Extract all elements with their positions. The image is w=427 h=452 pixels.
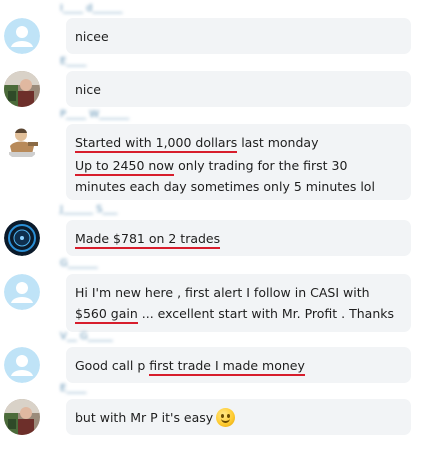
avatar[interactable] bbox=[4, 220, 40, 256]
message-text: Made $781 on 2 trades bbox=[75, 228, 402, 249]
avatar[interactable] bbox=[4, 347, 40, 383]
highlight-underline: Made $781 on 2 trades bbox=[75, 231, 221, 249]
message-text: nice bbox=[75, 82, 101, 97]
message-text: Good call p first trade I made money bbox=[75, 355, 402, 376]
sender-name[interactable]: V__ G_____ bbox=[60, 330, 113, 344]
default-user-icon bbox=[4, 347, 40, 383]
sender-name[interactable]: J______ S___ bbox=[60, 203, 117, 217]
avatar[interactable] bbox=[4, 18, 40, 54]
message-text: Started with 1,000 dollars last monday bbox=[75, 132, 402, 153]
highlight-underline: $560 gain bbox=[75, 306, 138, 324]
default-user-icon bbox=[4, 18, 40, 54]
sender-name[interactable]: P____ W______ bbox=[60, 108, 129, 122]
message-bubble[interactable]: nice bbox=[66, 71, 411, 107]
sender-name[interactable]: E____ bbox=[60, 55, 86, 69]
sender-name[interactable]: G______ bbox=[60, 257, 98, 271]
avatar[interactable] bbox=[4, 124, 40, 160]
avatar[interactable] bbox=[4, 274, 40, 310]
message-text: but with Mr P it's easy bbox=[75, 407, 402, 428]
avatar[interactable] bbox=[4, 399, 40, 435]
photo-avatar bbox=[4, 399, 40, 435]
message-bubble[interactable]: Started with 1,000 dollars last monday U… bbox=[66, 124, 411, 200]
cartoon-avatar bbox=[4, 124, 40, 160]
sender-name[interactable]: I____ d______ bbox=[60, 2, 122, 16]
message-bubble[interactable]: nicee bbox=[66, 18, 411, 54]
message-text: Hi I'm new here , first alert I follow i… bbox=[75, 282, 402, 324]
highlight-underline: first trade I made money bbox=[149, 358, 305, 376]
photo-avatar bbox=[4, 71, 40, 107]
highlight-underline: Up to 2450 now bbox=[75, 158, 175, 176]
logo-avatar bbox=[4, 220, 40, 256]
sender-name[interactable]: E____ bbox=[60, 382, 86, 396]
message-text: Up to 2450 now only trading for the firs… bbox=[75, 158, 375, 194]
message-bubble[interactable]: Hi I'm new here , first alert I follow i… bbox=[66, 274, 411, 332]
default-user-icon bbox=[4, 274, 40, 310]
message-bubble[interactable]: Made $781 on 2 trades bbox=[66, 220, 411, 256]
message-bubble[interactable]: but with Mr P it's easy bbox=[66, 399, 411, 435]
highlight-underline: Started with 1,000 dollars bbox=[75, 135, 238, 153]
avatar[interactable] bbox=[4, 71, 40, 107]
message-text: nicee bbox=[75, 29, 109, 44]
smiley-emoji-icon bbox=[216, 408, 236, 427]
message-bubble[interactable]: Good call p first trade I made money bbox=[66, 347, 411, 383]
